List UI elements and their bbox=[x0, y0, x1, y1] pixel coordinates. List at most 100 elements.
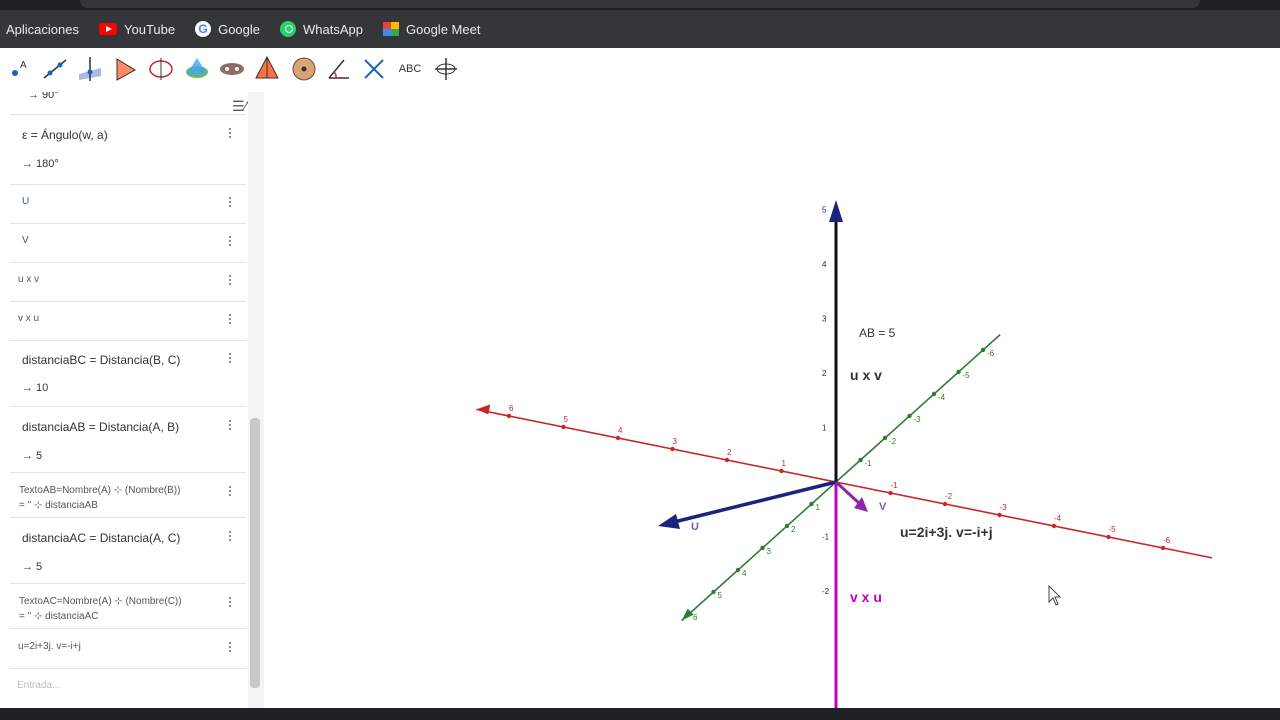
algebra-value: → 10 bbox=[22, 382, 49, 394]
row-menu-icon[interactable] bbox=[229, 642, 232, 654]
algebra-row[interactable]: V bbox=[10, 223, 246, 263]
algebra-row-partial[interactable]: → 90° bbox=[10, 92, 246, 115]
v-vector[interactable] bbox=[834, 480, 862, 506]
algebra-definition: v x u bbox=[18, 313, 40, 324]
intersect-surfaces-icon[interactable] bbox=[182, 54, 212, 84]
z-axis-tick-label: 3 bbox=[822, 315, 827, 324]
google-icon: G bbox=[195, 21, 212, 37]
bookmark-whatsapp[interactable]: WhatsApp bbox=[278, 14, 365, 44]
algebra-value: → 5 bbox=[22, 450, 43, 462]
text-tool-icon[interactable]: ABC bbox=[395, 54, 425, 84]
y-axis-tick bbox=[907, 413, 912, 419]
x-axis-tick-label: -2 bbox=[945, 492, 953, 501]
google-meet-icon bbox=[383, 22, 399, 36]
algebra-value: = " ⊹ distanciaAC bbox=[19, 611, 99, 622]
x-axis-tick bbox=[888, 490, 893, 496]
algebra-input-row[interactable]: Entrada... bbox=[10, 668, 246, 708]
y-axis-tick-label: 2 bbox=[791, 525, 796, 534]
plane-tool-icon[interactable] bbox=[217, 54, 247, 84]
x-axis[interactable] bbox=[476, 408, 1213, 559]
y-axis-tick bbox=[809, 501, 814, 507]
x-axis-tick-label: -5 bbox=[1109, 525, 1117, 534]
algebra-row[interactable]: TextoAB=Nombre(A) ⊹ (Nombre(B)) = " ⊹ di… bbox=[10, 472, 246, 518]
label-vxu: v x u bbox=[850, 589, 882, 605]
move-tool-icon[interactable]: A bbox=[6, 54, 36, 84]
algebra-row[interactable]: distanciaAC = Distancia(A, C) → 5 bbox=[10, 517, 246, 584]
algebra-row[interactable]: u=2i+3j. v=-i+j bbox=[10, 628, 246, 669]
line-tool-icon[interactable] bbox=[40, 54, 70, 84]
row-menu-icon[interactable] bbox=[229, 531, 232, 543]
u-arrowhead bbox=[658, 514, 680, 529]
algebra-scrollbar[interactable] bbox=[248, 92, 264, 708]
address-bar[interactable] bbox=[80, 0, 1200, 8]
algebra-row[interactable]: v x u bbox=[10, 301, 246, 341]
row-menu-icon[interactable] bbox=[229, 236, 232, 248]
x-axis-tick-label: -4 bbox=[1054, 514, 1062, 523]
row-menu-icon[interactable] bbox=[229, 486, 232, 498]
algebra-row[interactable]: distanciaAB = Distancia(A, B) → 5 bbox=[10, 406, 246, 473]
y-axis-tick bbox=[980, 347, 986, 353]
row-menu-icon[interactable] bbox=[229, 420, 232, 432]
algebra-view: → 90° ε = Ángulo(w, a) → 180° U V u x v … bbox=[0, 92, 248, 708]
x-axis-tick-label: 1 bbox=[782, 459, 787, 468]
y-axis-tick bbox=[956, 369, 961, 375]
x-axis-tick-label: 5 bbox=[564, 415, 569, 424]
y-axis-tick-label: 6 bbox=[693, 613, 698, 622]
algebra-row[interactable]: U bbox=[10, 184, 246, 224]
x-axis-tick bbox=[561, 424, 566, 430]
bookmark-label: Google Meet bbox=[406, 21, 481, 37]
z-axis-tick-label: -1 bbox=[822, 533, 830, 542]
x-axis-tick bbox=[724, 457, 730, 463]
row-menu-icon[interactable] bbox=[229, 597, 232, 609]
x-axis-tick-label: 6 bbox=[509, 404, 514, 413]
label-u: U bbox=[691, 521, 699, 533]
x-axis-tick bbox=[942, 501, 948, 507]
row-menu-icon[interactable] bbox=[229, 314, 232, 326]
algebra-row[interactable]: TextoAC=Nombre(A) ⊹ (Nombre(C)) = " ⊹ di… bbox=[10, 583, 246, 629]
graphics-3d-view[interactable]: 6 5 4 3 2 1 -1 -2 -3 -4 -5 -6 6 5 4 3 2 1 -1 -2 -3 -4 -5 -6 5 4 3 2… bbox=[264, 92, 1280, 708]
algebra-row[interactable]: distanciaBC = Distancia(B, C) → 10 bbox=[10, 340, 246, 407]
y-axis-tick bbox=[882, 435, 888, 441]
graphics-canvas[interactable]: 6 5 4 3 2 1 -1 -2 -3 -4 -5 -6 6 5 4 3 2 1 -1 -2 -3 -4 -5 -6 5 4 3 2… bbox=[264, 92, 1280, 708]
row-menu-icon[interactable] bbox=[229, 197, 232, 209]
x-axis-tick bbox=[670, 446, 675, 452]
label-uxv: u x v bbox=[850, 367, 882, 383]
algebra-row[interactable]: u x v bbox=[10, 262, 246, 302]
x-axis-tick bbox=[1160, 545, 1166, 551]
y-axis-tick bbox=[931, 391, 937, 397]
y-axis-tick bbox=[686, 611, 692, 617]
algebra-row[interactable]: ε = Ángulo(w, a) → 180° bbox=[10, 114, 246, 185]
y-axis-tick bbox=[711, 589, 716, 595]
label-ab: AB = 5 bbox=[859, 326, 896, 340]
y-axis-tick-label: 3 bbox=[767, 547, 772, 556]
bookmark-google[interactable]: G Google bbox=[193, 14, 262, 44]
geogebra-toolbar: A ABC bbox=[0, 48, 1280, 123]
x-axis-tick bbox=[779, 468, 784, 474]
x-axis-arrowhead bbox=[476, 404, 491, 415]
bookmark-label: WhatsApp bbox=[303, 21, 363, 37]
y-axis[interactable] bbox=[681, 334, 1001, 622]
bookmark-youtube[interactable]: YouTube bbox=[97, 14, 177, 44]
algebra-value: → 90° bbox=[28, 92, 59, 101]
y-axis-tick-label: 1 bbox=[816, 503, 821, 512]
rotate-view-tool-icon[interactable] bbox=[431, 54, 461, 84]
algebra-definition: ε = Ángulo(w, a) bbox=[22, 128, 108, 142]
row-menu-icon[interactable] bbox=[229, 128, 232, 140]
scrollbar-thumb[interactable] bbox=[250, 418, 260, 688]
polygon-tool-icon[interactable] bbox=[110, 54, 140, 84]
bookmark-google-meet[interactable]: Google Meet bbox=[381, 14, 482, 44]
perpendicular-tool-icon[interactable] bbox=[75, 54, 105, 84]
row-menu-icon[interactable] bbox=[229, 275, 232, 287]
y-axis-tick-label: -5 bbox=[963, 371, 971, 380]
bookmark-apps[interactable]: Aplicaciones bbox=[4, 14, 81, 44]
bookmark-label: Google bbox=[218, 21, 261, 37]
angle-tool-icon[interactable] bbox=[324, 54, 354, 84]
reflect-tool-icon[interactable] bbox=[359, 54, 389, 84]
row-menu-icon[interactable] bbox=[229, 353, 232, 365]
circle-tool-icon[interactable] bbox=[146, 54, 176, 84]
label-equation: u=2i+3j. v=-i+j bbox=[900, 524, 993, 540]
sphere-tool-icon[interactable] bbox=[289, 54, 319, 84]
pyramid-tool-icon[interactable] bbox=[252, 54, 282, 84]
y-axis-tick-label: 4 bbox=[742, 569, 747, 578]
browser-tab-strip bbox=[0, 0, 1280, 10]
